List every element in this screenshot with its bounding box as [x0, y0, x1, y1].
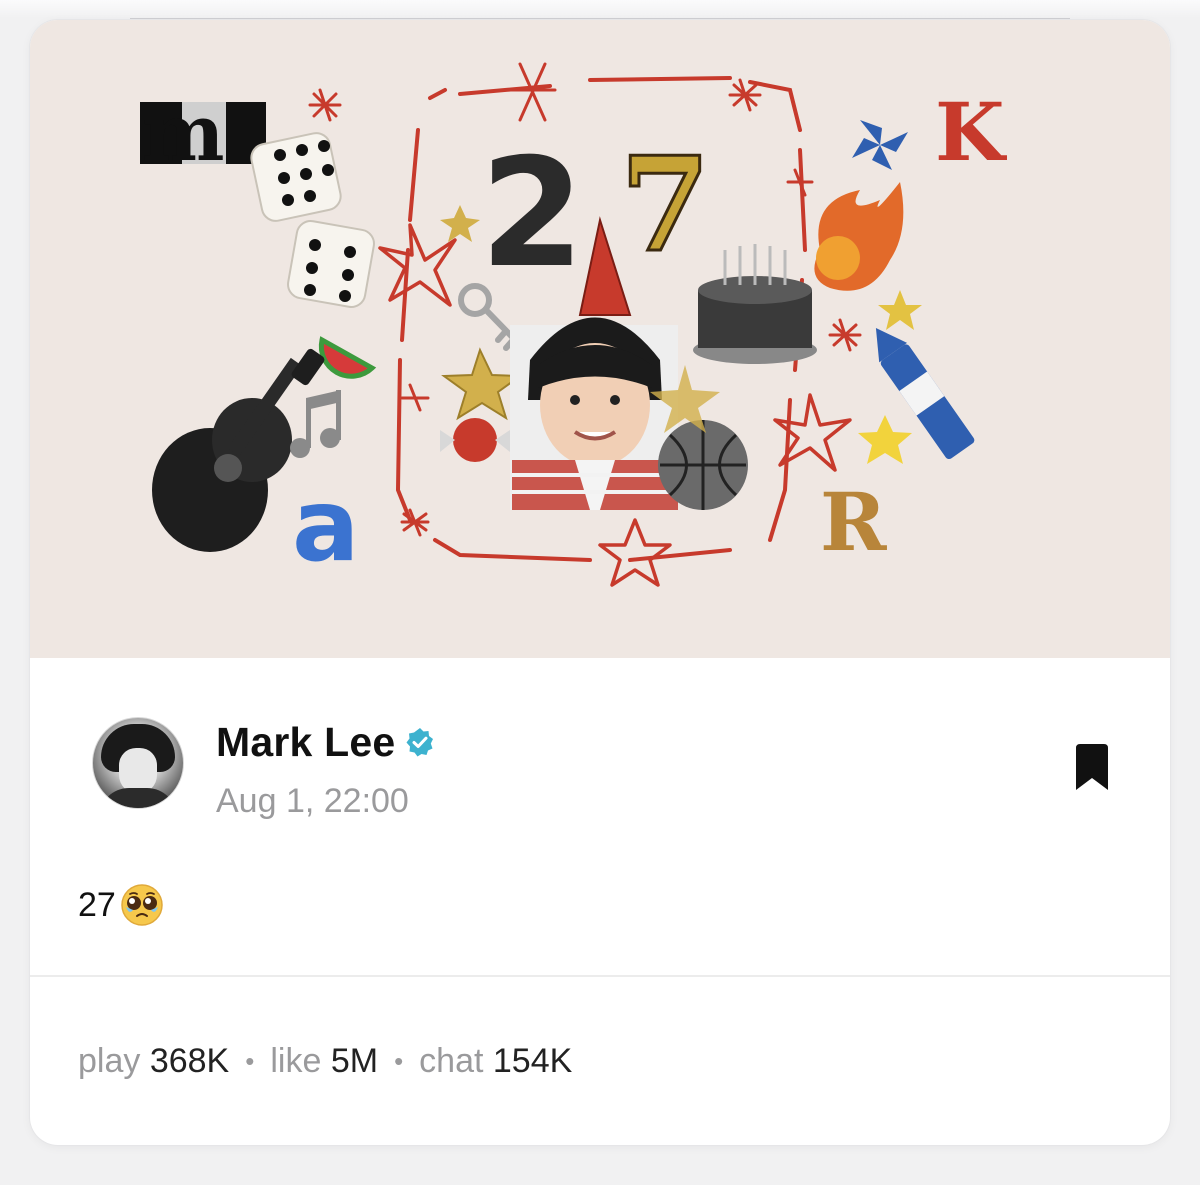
card-divider	[30, 975, 1170, 977]
chat-count: 154K	[492, 1042, 573, 1080]
svg-text:7: 7	[620, 128, 710, 281]
bookmark-icon[interactable]	[1072, 744, 1112, 792]
like-stat[interactable]: like 5M	[270, 1042, 378, 1081]
pleading-face-icon	[121, 884, 163, 926]
avatar-shoulder	[99, 788, 177, 808]
stat-separator: •	[245, 1046, 255, 1076]
birthday-collage: m a 2 7 K R	[140, 62, 1007, 587]
svg-text:2: 2	[480, 127, 584, 301]
stat-separator: •	[394, 1046, 404, 1076]
post-card[interactable]: m a 2 7 K R Mark Lee Aug 1, 22:00 27 pla…	[30, 20, 1170, 1145]
play-label: play	[78, 1042, 141, 1080]
like-count: 5M	[330, 1042, 379, 1080]
banner-image[interactable]: m a 2 7 K R	[30, 20, 1170, 658]
post-text: 27	[78, 885, 116, 924]
chat-stat[interactable]: chat 154K	[419, 1042, 572, 1081]
post-stats: play 368K • like 5M • chat 154K	[78, 1042, 572, 1081]
verified-badge-icon	[406, 728, 434, 757]
svg-text:m: m	[142, 88, 225, 179]
post-timestamp: Aug 1, 22:00	[216, 782, 409, 820]
svg-text:a: a	[292, 467, 359, 584]
author-avatar[interactable]	[92, 717, 184, 809]
author-name[interactable]: Mark Lee	[216, 719, 395, 766]
play-stat[interactable]: play 368K	[78, 1042, 229, 1081]
like-label: like	[270, 1042, 322, 1080]
author-row: Mark Lee	[216, 718, 435, 766]
svg-text:R: R	[820, 475, 887, 569]
play-count: 368K	[149, 1042, 230, 1080]
top-divider	[0, 0, 1200, 19]
letter-m: m	[140, 88, 266, 179]
svg-text:K: K	[935, 85, 1007, 179]
post-body: 27	[78, 883, 164, 927]
chat-label: chat	[419, 1042, 484, 1080]
